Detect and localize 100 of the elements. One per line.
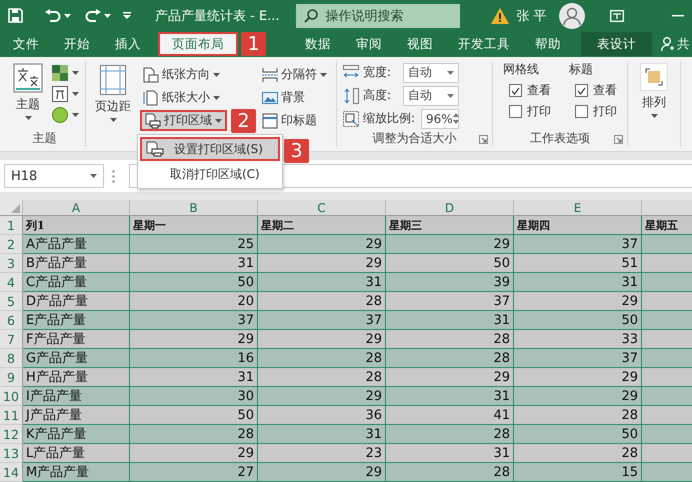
ribbon-tab[interactable]: 审阅	[345, 32, 393, 56]
checkbox-option[interactable]: 查看	[569, 82, 617, 99]
dialog-launcher-icon[interactable]	[479, 135, 488, 144]
share-button[interactable]: 共	[661, 36, 692, 52]
redo-icon[interactable]	[85, 8, 101, 22]
table-cell: L产品产量	[23, 444, 130, 463]
ribbon-tab[interactable]: 数据	[294, 32, 342, 56]
dialog-launcher-icon[interactable]	[614, 135, 623, 144]
ribbon-button[interactable]: 纸张方向	[140, 64, 223, 85]
table-cell: 28	[258, 349, 386, 368]
checkbox[interactable]	[575, 84, 588, 97]
height-icon	[343, 88, 359, 104]
field-label: 宽度:	[363, 64, 392, 81]
column-header[interactable]: B	[130, 200, 258, 216]
table-cell: 28	[386, 463, 514, 482]
avatar-icon[interactable]	[558, 2, 585, 28]
row-header[interactable]: 12	[0, 425, 23, 444]
table-cell: 29	[258, 387, 386, 406]
column-header[interactable]: D	[386, 200, 514, 216]
user-name: 张 平	[516, 8, 547, 24]
checkbox[interactable]	[509, 105, 522, 118]
ribbon-display-icon[interactable]	[610, 10, 624, 22]
search-field[interactable]: 操作说明搜索	[296, 4, 460, 28]
row-header[interactable]: 7	[0, 330, 23, 349]
row-header[interactable]: 6	[0, 311, 23, 330]
table-cell: 37	[514, 349, 642, 368]
print-area-button[interactable]: 打印区域	[140, 110, 227, 131]
name-box[interactable]: H18	[4, 164, 104, 188]
ribbon-tab[interactable]: 表设计	[581, 32, 652, 56]
ribbon-button[interactable]: 印标题	[259, 110, 320, 131]
table-cell: K产品产量	[23, 425, 130, 444]
column-header[interactable]: A	[23, 200, 130, 216]
size-dropdown[interactable]: 自动	[403, 86, 459, 106]
ribbon-tab[interactable]: 帮助	[524, 32, 572, 56]
theme-fonts-icon[interactable]	[52, 86, 68, 102]
print-area-icon	[145, 112, 161, 128]
check-icon	[511, 86, 520, 94]
row-header[interactable]: 13	[0, 444, 23, 463]
row-header[interactable]: 1	[0, 216, 23, 235]
table-cell: 29	[258, 254, 386, 273]
ribbon-tab[interactable]: 页面布局	[158, 32, 238, 56]
vertical-dots-icon[interactable]	[112, 170, 115, 182]
caret-icon	[72, 92, 79, 96]
table-cell: 31	[514, 273, 642, 292]
row-header[interactable]: 2	[0, 235, 23, 254]
table-cell	[642, 444, 692, 463]
row-header[interactable]: 14	[0, 463, 23, 482]
option-heading: 网格线	[503, 61, 540, 78]
ribbon-tab[interactable]: 插入	[104, 32, 152, 56]
column-header[interactable]: C	[258, 200, 386, 216]
row-header[interactable]: 4	[0, 273, 23, 292]
scale-spinner[interactable]: 96%	[421, 108, 459, 128]
row-header[interactable]: 10	[0, 387, 23, 406]
arrange-button[interactable]: 排列	[634, 61, 674, 129]
table-cell: 29	[514, 292, 642, 311]
table-cell: 37	[258, 311, 386, 330]
ribbon-button[interactable]: 分隔符	[259, 64, 330, 85]
table-cell: 31	[386, 444, 514, 463]
size-dropdown[interactable]: 自动	[403, 62, 459, 82]
caret-icon	[650, 114, 658, 118]
row-header[interactable]: 3	[0, 254, 23, 273]
spin-arrows-icon	[452, 113, 459, 124]
table-cell: I产品产量	[23, 387, 130, 406]
checkbox[interactable]	[509, 84, 522, 97]
ribbon-tab[interactable]: 开发工具	[447, 32, 521, 56]
row-header[interactable]: 11	[0, 406, 23, 425]
ribbon-button[interactable]: 背景	[259, 87, 308, 108]
callout-badge: 2	[231, 109, 256, 133]
print-titles-icon	[262, 112, 278, 128]
table-cell: F产品产量	[23, 330, 130, 349]
table-cell: 31	[386, 387, 514, 406]
customize-icon[interactable]	[123, 12, 131, 19]
checkbox-option[interactable]: 查看	[503, 82, 551, 99]
margins-button[interactable]: 页边距	[92, 63, 134, 131]
menu-item[interactable]: 取消打印区域(C)	[140, 162, 280, 186]
column-header[interactable]: E	[514, 200, 642, 216]
row-header[interactable]: 9	[0, 368, 23, 387]
table-cell: G产品产量	[23, 349, 130, 368]
checkbox[interactable]	[575, 105, 588, 118]
checkbox-option[interactable]: 打印	[503, 103, 551, 120]
theme-effects-icon[interactable]	[52, 107, 68, 123]
themes-button[interactable]: 主题	[10, 61, 46, 129]
group-label: 主题	[32, 130, 58, 146]
ribbon-tab[interactable]: 文件	[2, 32, 50, 56]
undo-icon[interactable]	[45, 8, 61, 22]
row-header[interactable]: 8	[0, 349, 23, 368]
caret-icon	[72, 71, 79, 75]
field-label: 高度:	[363, 87, 392, 104]
theme-colors-icon[interactable]	[52, 65, 68, 81]
ribbon-button[interactable]: 纸张大小	[140, 87, 223, 108]
save-icon[interactable]	[8, 8, 23, 23]
caret-icon	[24, 116, 32, 120]
table-cell: 28	[386, 349, 514, 368]
minimize-icon[interactable]	[672, 14, 684, 16]
checkbox-option[interactable]: 打印	[569, 103, 617, 120]
table-cell: D产品产量	[23, 292, 130, 311]
ribbon-tab[interactable]: 视图	[396, 32, 444, 56]
warning-icon[interactable]	[490, 8, 509, 24]
row-header[interactable]: 5	[0, 292, 23, 311]
ribbon-tab[interactable]: 开始	[53, 32, 101, 56]
